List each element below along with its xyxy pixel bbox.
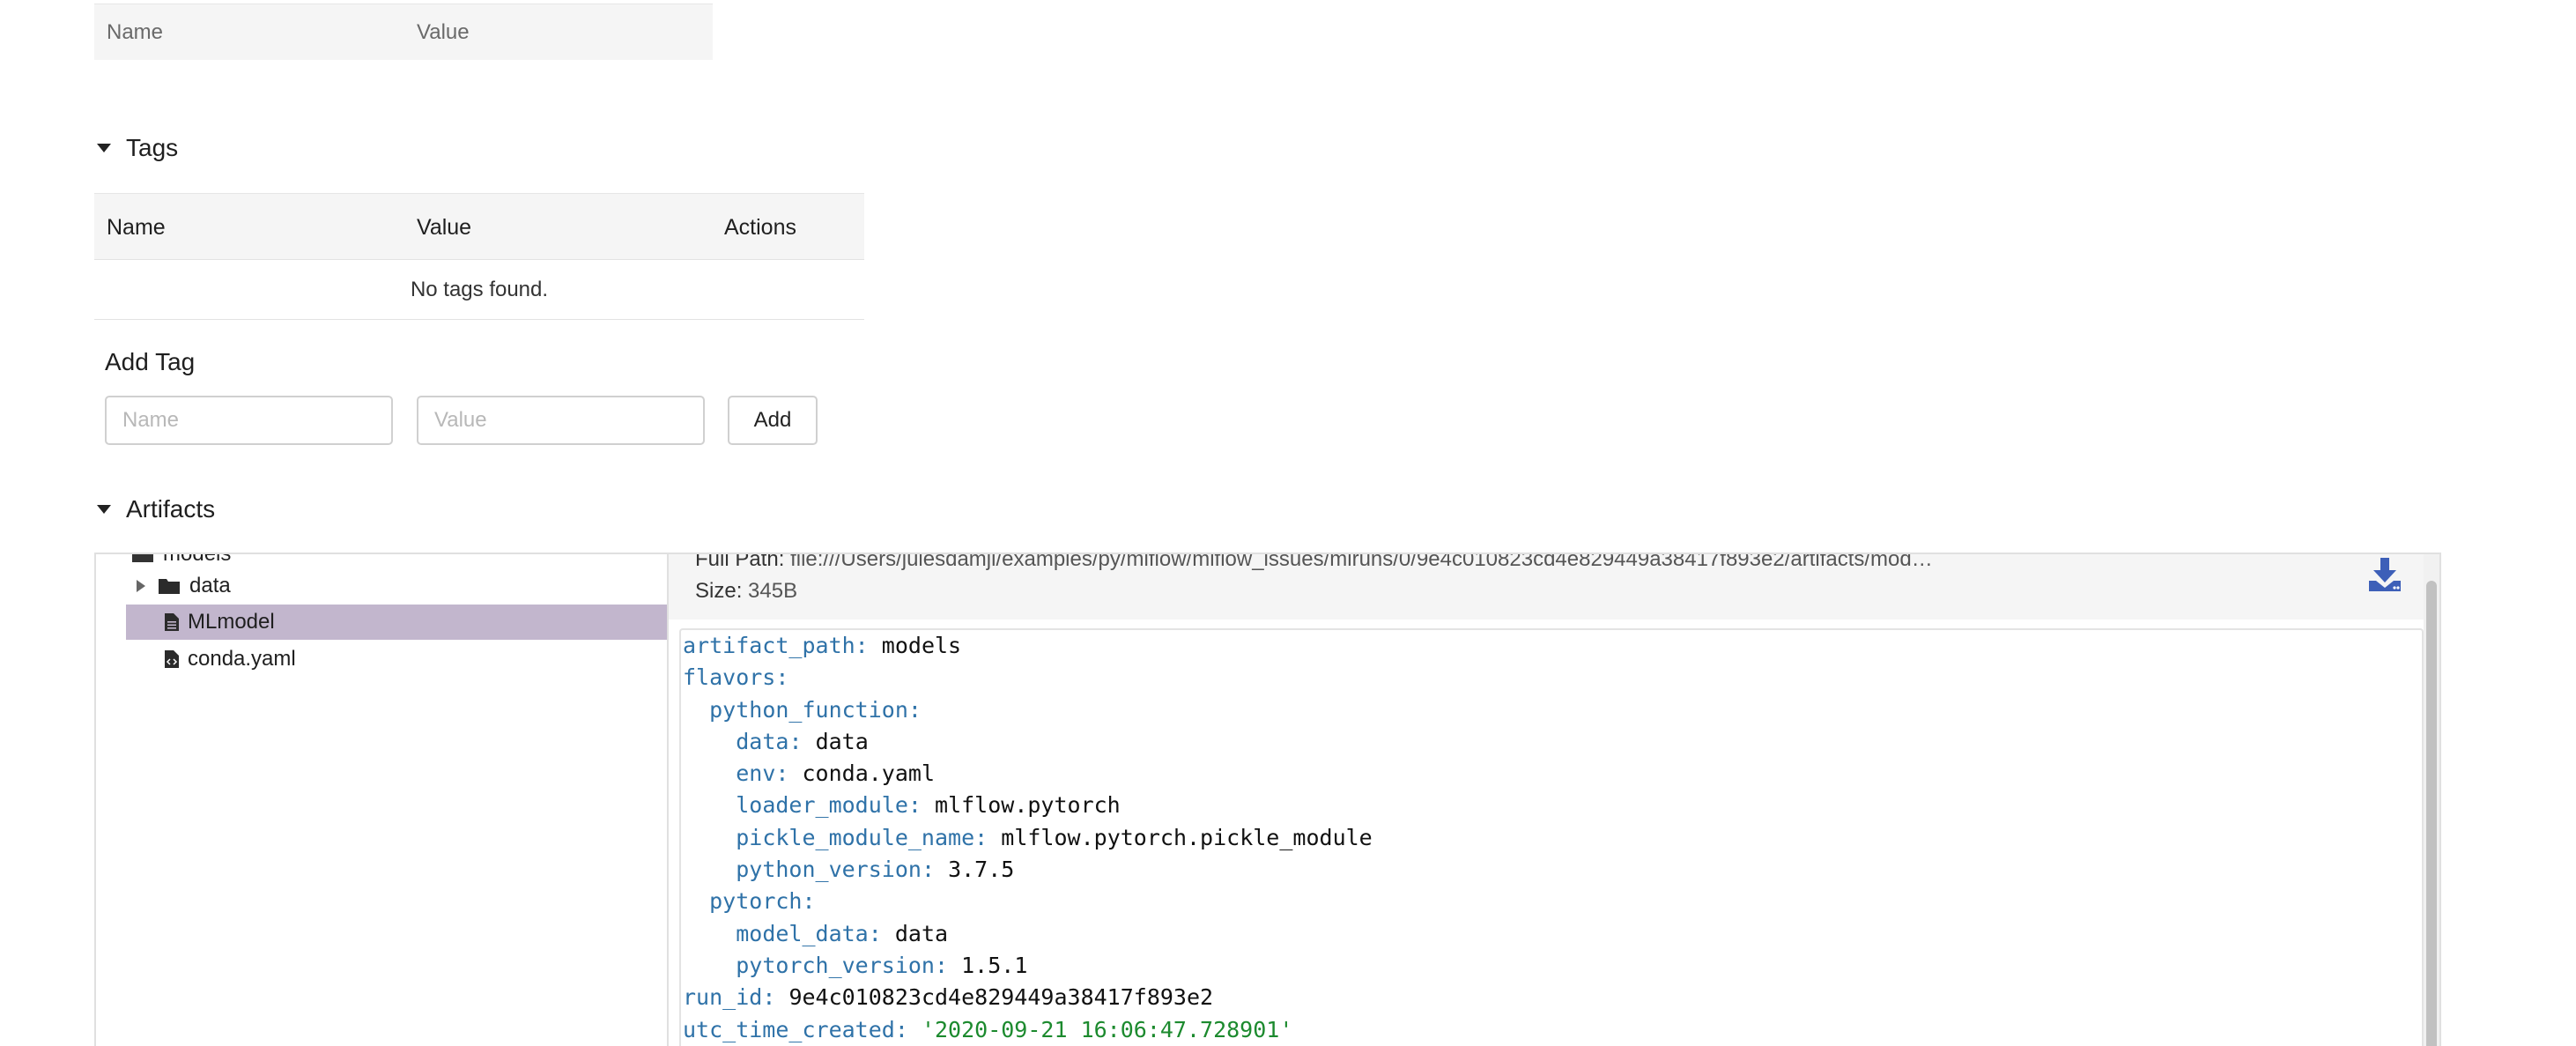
tree-item-data[interactable]: data <box>137 568 231 604</box>
add-tag-title: Add Tag <box>105 348 196 375</box>
yaml-key: env <box>736 760 776 787</box>
caret-right-icon[interactable] <box>137 580 145 592</box>
code-file-icon <box>165 650 179 668</box>
yaml-key: utc_time_created <box>683 1016 895 1042</box>
code-line: run_id: 9e4c010823cd4e829449a38417f893e2 <box>683 984 1214 1011</box>
artifacts-section-title: Artifacts <box>126 495 216 523</box>
tags-table-header: Name Value Actions <box>94 193 864 260</box>
code-line: python_version: 3.7.5 <box>736 857 1015 883</box>
yaml-value: 9e4c010823cd4e829449a38417f893e2 <box>788 984 1214 1011</box>
params-table-header: Name Value <box>94 4 713 60</box>
yaml-value: 3.7.5 <box>948 857 1015 883</box>
file-icon <box>165 613 179 631</box>
caret-down-icon <box>97 144 111 152</box>
artifact-scrollbar[interactable] <box>2424 554 2439 1046</box>
tree-item-label: models <box>163 554 231 567</box>
full-path-label: Full Path: <box>695 553 785 571</box>
tag-name-input[interactable] <box>105 396 393 445</box>
folder-icon <box>158 577 181 595</box>
artifact-size: Size: 345B <box>695 579 797 604</box>
yaml-value: models <box>881 633 962 658</box>
artifacts-section-toggle[interactable]: Artifacts <box>94 495 215 523</box>
size-value: 345B <box>748 579 798 603</box>
tags-column-value: Value <box>417 215 472 240</box>
code-line: pytorch: <box>709 888 816 915</box>
download-button[interactable] <box>2367 554 2402 593</box>
artifact-full-path: Full Path: file:///Users/julesdamji/exam… <box>695 553 1933 572</box>
yaml-key: loader_module <box>736 792 908 819</box>
tags-column-name: Name <box>107 215 166 240</box>
size-label: Size: <box>695 579 743 603</box>
code-line: pickle_module_name: mlflow.pytorch.pickl… <box>736 824 1373 850</box>
tags-column-actions: Actions <box>724 215 796 240</box>
yaml-key: run_id <box>683 984 763 1011</box>
artifacts-panel: models data MLmodel conda.yaml Full Path… <box>94 553 2441 1046</box>
tree-item-mlmodel[interactable]: MLmodel <box>126 605 667 640</box>
add-tag-button[interactable]: Add <box>728 396 818 445</box>
code-line: python_function: <box>709 696 922 723</box>
tree-item-label: conda.yaml <box>188 647 296 671</box>
params-column-value: Value <box>417 19 470 44</box>
yaml-key: python_version <box>736 857 922 883</box>
yaml-value: '2020-09-21 16:06:47.728901' <box>921 1016 1293 1042</box>
download-icon <box>2369 558 2401 591</box>
yaml-value: mlflow.pytorch <box>935 792 1121 819</box>
tags-section-toggle[interactable]: Tags <box>94 134 178 162</box>
code-line: artifact_path: models <box>683 633 962 658</box>
yaml-value: data <box>894 920 949 946</box>
yaml-key: model_data <box>736 920 869 946</box>
artifact-file-info: Full Path: file:///Users/julesdamji/exam… <box>669 554 2439 619</box>
tags-section-title: Tags <box>126 134 179 161</box>
yaml-value: mlflow.pytorch.pickle_module <box>1001 824 1373 850</box>
code-line: loader_module: mlflow.pytorch <box>736 792 1121 819</box>
yaml-value: 1.5.1 <box>961 952 1028 978</box>
folder-open-icon <box>131 554 154 563</box>
code-line: data: data <box>736 728 869 754</box>
yaml-value: conda.yaml <box>802 760 936 787</box>
tree-item-label: data <box>189 574 231 597</box>
tags-empty-message: No tags found. <box>94 260 864 320</box>
artifact-file-tree[interactable]: models data MLmodel conda.yaml <box>96 554 669 1046</box>
yaml-key: pickle_module_name <box>736 824 975 850</box>
code-line: env: conda.yaml <box>736 760 936 787</box>
params-column-name: Name <box>107 19 164 44</box>
code-line: utc_time_created: '2020-09-21 16:06:47.7… <box>683 1016 1293 1042</box>
code-line: pytorch_version: 1.5.1 <box>736 952 1028 978</box>
caret-down-icon <box>97 505 111 514</box>
yaml-value: data <box>815 728 869 754</box>
yaml-key: data <box>736 728 789 754</box>
yaml-key: pytorch_version <box>736 952 935 978</box>
tree-item-label: MLmodel <box>188 610 275 634</box>
yaml-key: python_function <box>709 696 908 723</box>
full-path-value: file:///Users/julesdamji/examples/py/mlf… <box>790 553 1933 571</box>
yaml-key: artifact_path <box>683 633 855 658</box>
scrollbar-thumb[interactable] <box>2426 581 2437 1046</box>
tag-value-input[interactable] <box>417 396 705 445</box>
tree-item-conda-yaml[interactable]: conda.yaml <box>165 642 296 677</box>
yaml-key: pytorch <box>709 888 803 915</box>
tags-table: Name Value Actions No tags found. <box>94 193 864 320</box>
code-line: model_data: data <box>736 920 949 946</box>
code-line: flavors: <box>683 664 789 691</box>
artifact-text-view: artifact_path: models flavors: python_fun… <box>679 628 2424 1046</box>
yaml-key: flavors <box>683 664 776 691</box>
